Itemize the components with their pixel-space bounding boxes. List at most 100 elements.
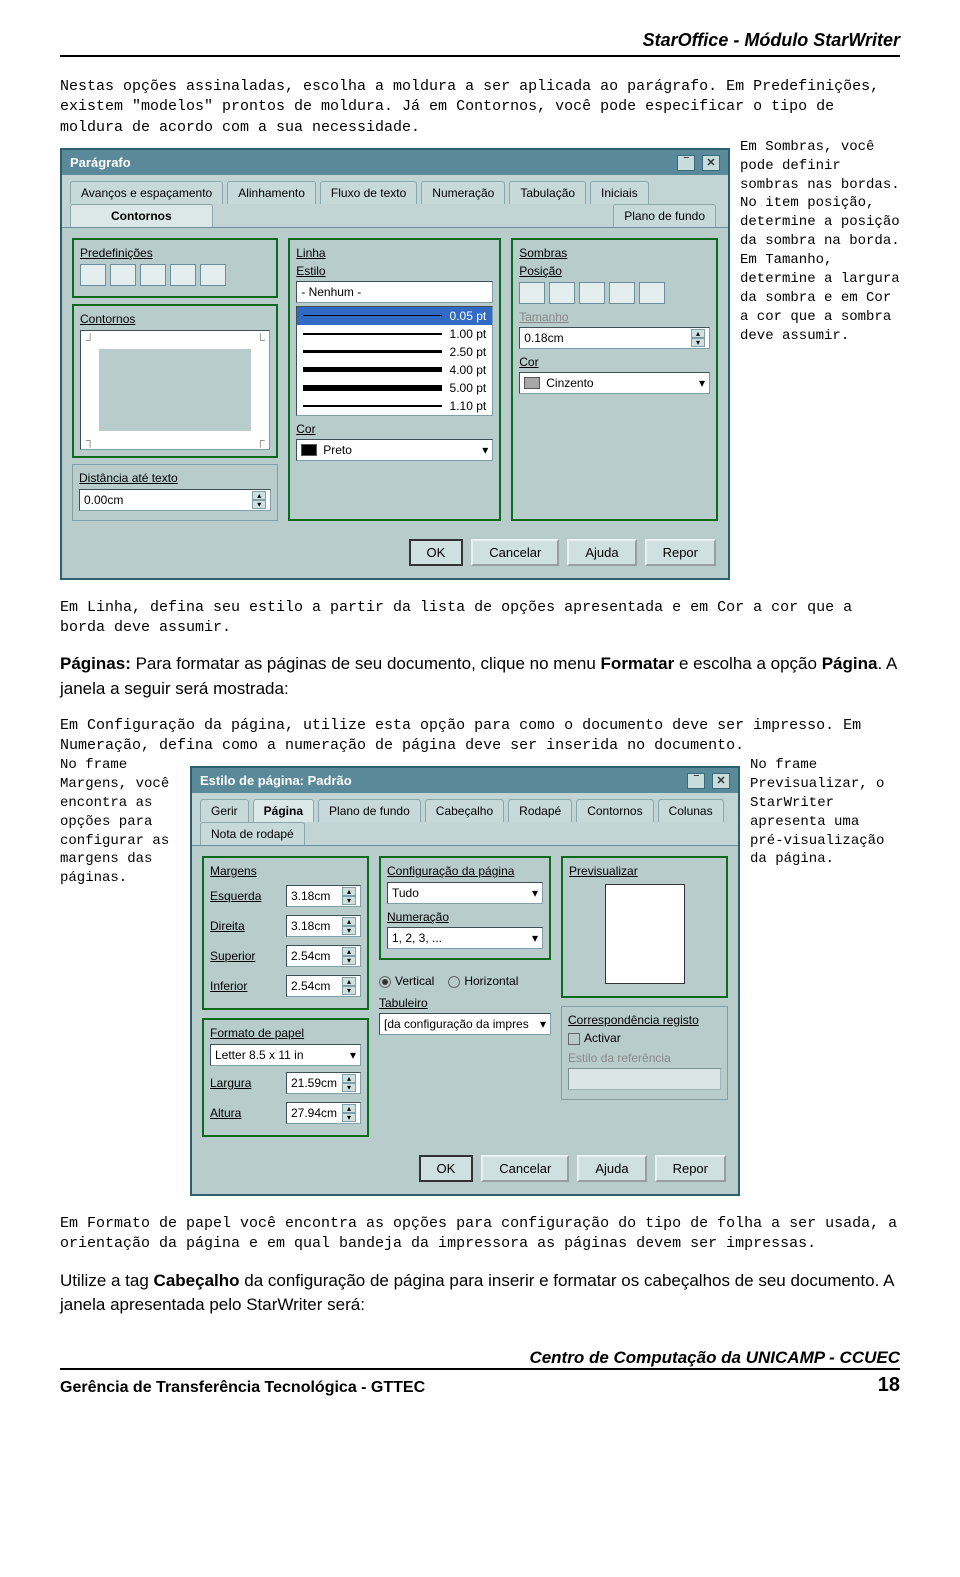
tab-gerir[interactable]: Gerir [200,799,249,822]
line-option[interactable]: 1.10 pt [297,397,492,415]
formato-papel-group: Formato de papel Letter 8.5 x 11 in▾ Lar… [202,1018,369,1137]
sombra-cor-label: Cor [519,355,710,369]
tab-colunas[interactable]: Colunas [658,799,724,822]
chevron-down-icon[interactable]: ▾ [350,1048,356,1062]
shadow-tl-icon[interactable] [549,282,575,304]
tab-plano-fundo[interactable]: Plano de fundo [318,799,421,822]
tab-tabulacao[interactable]: Tabulação [509,181,586,204]
spin-up-icon[interactable]: ▴ [691,329,705,338]
distancia-input[interactable]: 0.00cm ▴▾ [79,489,271,511]
tab-fluxo[interactable]: Fluxo de texto [320,181,417,204]
minimize-icon[interactable]: ‾ [677,155,695,171]
inferior-label: Inferior [210,979,280,993]
page-header: StarOffice - Módulo StarWriter [60,30,900,57]
tabuleiro-select[interactable]: [da configuração da impres▾ [379,1013,551,1035]
tab-avancos[interactable]: Avanços e espaçamento [70,181,223,204]
estilo-value: - Nenhum - [301,285,361,299]
chevron-down-icon[interactable]: ▾ [482,443,488,457]
numeracao-label: Numeração [387,910,543,924]
predefinicoes-group: Predefinições [72,238,278,298]
paginas-paragraph: Páginas: Para formatar as páginas de seu… [60,652,900,701]
numeracao-select[interactable]: 1, 2, 3, ...▾ [387,927,543,949]
spin-down-icon[interactable]: ▾ [691,338,705,347]
ok-button[interactable]: OK [419,1155,474,1182]
cabecalho-paragraph: Utilize a tag Cabeçalho da configuração … [60,1269,900,1318]
tab-nota-rodape[interactable]: Nota de rodapé [200,822,305,845]
reset-button[interactable]: Repor [655,1155,726,1182]
linha-label: Linha [296,246,493,260]
line-option[interactable]: 4.00 pt [297,361,492,379]
esquerda-input[interactable]: 3.18cm▴▾ [286,885,361,907]
cancel-button[interactable]: Cancelar [471,539,559,566]
minimize-icon[interactable]: ‾ [687,773,705,789]
tab-pagina[interactable]: Página [253,799,314,822]
formato-select[interactable]: Letter 8.5 x 11 in▾ [210,1044,361,1066]
line-width-list[interactable]: 0.05 pt 1.00 pt 2.50 pt 4.00 pt 5.00 pt … [296,306,493,416]
inferior-input[interactable]: 2.54cm▴▾ [286,975,361,997]
line-option[interactable]: 0.05 pt [297,307,492,325]
ok-button[interactable]: OK [409,539,464,566]
tab-rodape[interactable]: Rodapé [508,799,572,822]
margens-label: Margens [210,864,361,878]
sombra-cor-value: Cinzento [546,376,593,390]
preset-none-icon[interactable] [80,264,106,286]
config-select[interactable]: Tudo▾ [387,882,543,904]
shadow-tr-icon[interactable] [579,282,605,304]
side-note-margens: No frame Margens, você encontra as opçõe… [60,756,180,888]
horizontal-radio[interactable]: Horizontal [448,974,518,988]
help-button[interactable]: Ajuda [577,1155,646,1182]
cancel-button[interactable]: Cancelar [481,1155,569,1182]
tab-iniciais[interactable]: Iniciais [590,181,649,204]
tab-contornos[interactable]: Contornos [70,204,213,227]
direita-input[interactable]: 3.18cm▴▾ [286,915,361,937]
chevron-down-icon[interactable]: ▾ [699,376,705,390]
orientacao-group: Vertical Horizontal Tabuleiro [da config… [379,968,551,1038]
reset-button[interactable]: Repor [645,539,716,566]
corresp-group: Correspondência registo Activar Estilo d… [561,1006,728,1100]
chevron-down-icon[interactable]: ▾ [532,886,538,900]
spin-down-icon[interactable]: ▾ [252,500,266,509]
tab-numeracao[interactable]: Numeração [421,181,505,204]
cor-select[interactable]: Preto ▾ [296,439,493,461]
direita-label: Direita [210,919,280,933]
pg-config-intro: Em Configuração da página, utilize esta … [60,716,900,757]
chevron-down-icon[interactable]: ▾ [540,1017,546,1031]
shadow-none-icon[interactable] [519,282,545,304]
contornos-preview[interactable]: ┘└ ┐┌ [80,330,270,450]
paragraph-dialog: Parágrafo ‾ ✕ Avanços e espaçamento Alin… [60,148,730,580]
preset-vert-icon[interactable] [140,264,166,286]
close-icon[interactable]: ✕ [702,155,720,171]
tab-plano-fundo[interactable]: Plano de fundo [613,204,716,227]
activar-checkbox[interactable]: Activar [568,1031,721,1045]
line-option[interactable]: 5.00 pt [297,379,492,397]
spin-up-icon[interactable]: ▴ [252,491,266,500]
altura-input[interactable]: 27.94cm▴▾ [286,1102,361,1124]
line-option[interactable]: 1.00 pt [297,325,492,343]
superior-input[interactable]: 2.54cm▴▾ [286,945,361,967]
tabuleiro-label: Tabuleiro [379,996,449,1010]
estilo-select[interactable]: - Nenhum - [296,281,493,303]
help-button[interactable]: Ajuda [567,539,636,566]
side-note-sombras: Em Sombras, você pode definir sombras na… [740,138,900,346]
tab-alinhamento[interactable]: Alinhamento [227,181,316,204]
preset-horiz-icon[interactable] [170,264,196,286]
sombras-group: Sombras Posição Tamanho 0.18cm ▴▾ [511,238,718,521]
dialog-titlebar: Parágrafo ‾ ✕ [62,150,728,175]
vertical-radio[interactable]: Vertical [379,974,434,988]
tamanho-input[interactable]: 0.18cm ▴▾ [519,327,710,349]
config-label: Configuração da página [387,864,543,878]
sombra-cor-select[interactable]: Cinzento ▾ [519,372,710,394]
tab-contornos[interactable]: Contornos [576,799,653,822]
line-option[interactable]: 2.50 pt [297,343,492,361]
tab-cabecalho[interactable]: Cabeçalho [425,799,504,822]
posicao-label: Posição [519,264,710,278]
preset-all-icon[interactable] [200,264,226,286]
tamanho-label: Tamanho [519,310,710,324]
linha-group: Linha Estilo - Nenhum - 0.05 pt 1.00 pt … [288,238,501,521]
chevron-down-icon[interactable]: ▾ [532,931,538,945]
shadow-br-icon[interactable] [639,282,665,304]
shadow-bl-icon[interactable] [609,282,635,304]
preset-box-icon[interactable] [110,264,136,286]
close-icon[interactable]: ✕ [712,773,730,789]
largura-input[interactable]: 21.59cm▴▾ [286,1072,361,1094]
